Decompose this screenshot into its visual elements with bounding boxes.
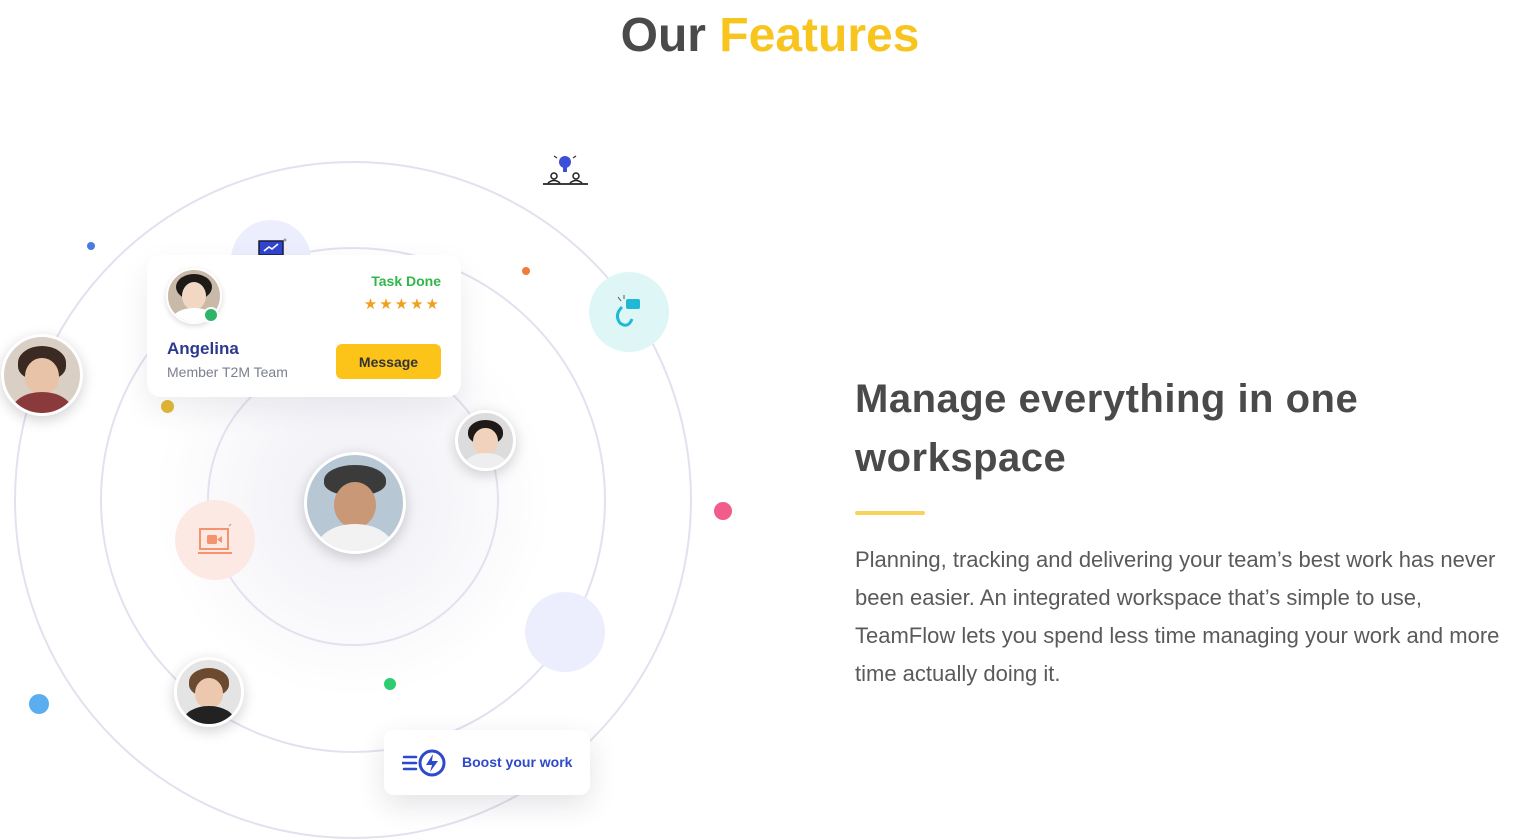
profile-card: Task Done ★★★★★ Angelina Member T2M Team… [147, 255, 461, 397]
decor-dot [161, 400, 174, 413]
feature-title: Manage everything in one workspace [855, 377, 1359, 480]
boost-label: Boost your work [462, 754, 573, 770]
message-button[interactable]: Message [336, 344, 441, 379]
video-camera-icon [198, 524, 232, 554]
person-name: Angelina [167, 339, 239, 358]
person-role: Member T2M Team [167, 364, 288, 380]
decor-bubble [525, 592, 605, 672]
title-underline [855, 511, 925, 515]
chat-icon [615, 295, 640, 327]
lightning-icon [402, 749, 446, 777]
section-title-accent: Features [719, 9, 920, 62]
feature-description: Planning, tracking and delivering your t… [855, 547, 1500, 686]
chat-bubble [589, 272, 669, 352]
avatar-woman-left [1, 334, 83, 416]
star-rating: ★★★★★ [363, 296, 441, 313]
boost-card[interactable]: Boost your work [384, 730, 590, 795]
decor-dot [87, 242, 95, 250]
section-title: Our Features [0, 8, 1540, 64]
section-title-prefix: Our [620, 9, 706, 62]
lightbulb-icon [543, 155, 588, 185]
online-status-dot [203, 307, 219, 323]
decor-dot [384, 678, 396, 690]
decor-dot [29, 694, 49, 714]
avatar-man-center [304, 452, 406, 554]
avatar-man-bottom [174, 657, 244, 727]
feature-content: Manage everything in one workspace Plann… [855, 370, 1525, 693]
video-bubble [175, 500, 255, 580]
decor-dot [714, 502, 732, 520]
avatar-woman-right [455, 410, 516, 471]
decor-dot [522, 267, 530, 275]
task-status: Task Done [371, 273, 441, 289]
